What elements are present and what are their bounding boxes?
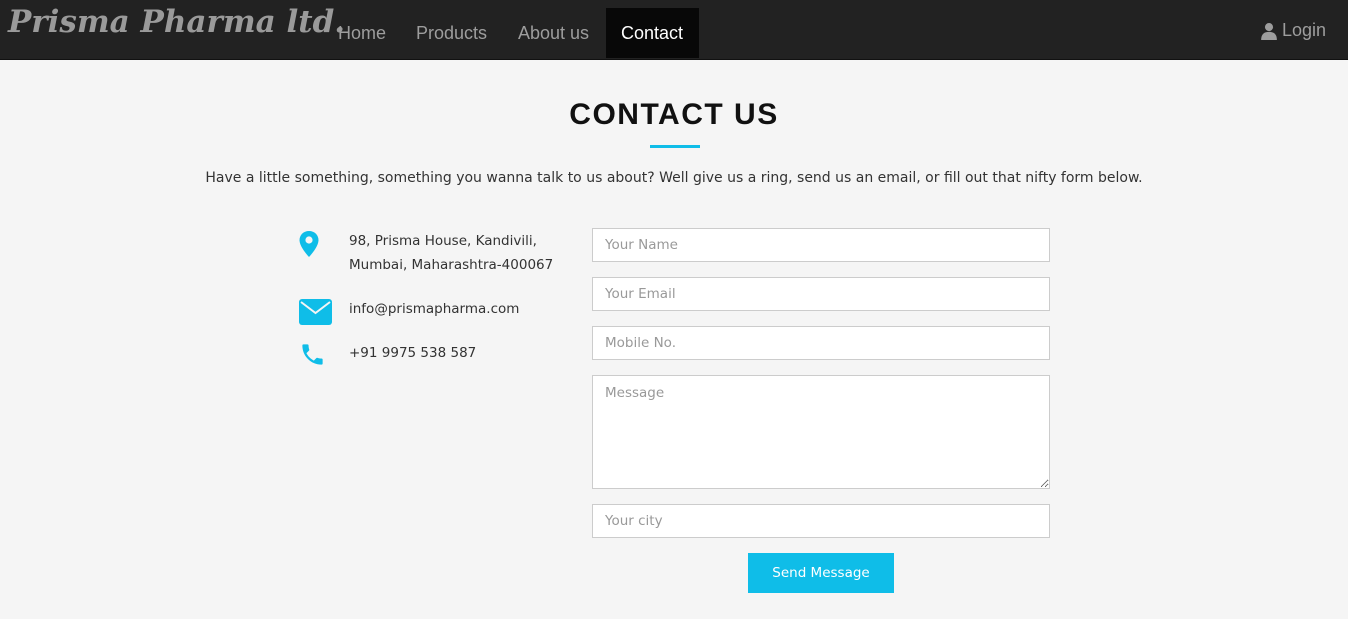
navbar: Prisma Pharma ltd. Home Products About u…	[0, 0, 1348, 60]
login-link[interactable]: Login	[1260, 20, 1326, 41]
nav-contact[interactable]: Contact	[606, 8, 699, 58]
phone-text[interactable]: +91 9975 538 587	[349, 341, 476, 365]
message-field[interactable]	[592, 375, 1050, 489]
mobile-field[interactable]	[592, 326, 1050, 360]
page-subtitle: Have a little something, something you w…	[205, 170, 1143, 186]
login-label: Login	[1281, 20, 1326, 40]
envelope-icon	[299, 299, 332, 325]
phone-icon	[302, 344, 323, 365]
city-field[interactable]	[592, 504, 1050, 538]
nav-products[interactable]: Products	[401, 8, 502, 58]
map-pin-icon	[299, 231, 319, 257]
user-icon	[1261, 22, 1277, 40]
address-line-1: 98, Prisma House, Kandivili,	[349, 233, 537, 249]
nav-about-us[interactable]: About us	[503, 8, 604, 58]
nav-home[interactable]: Home	[323, 8, 401, 58]
brand-logo[interactable]: Prisma Pharma ltd.	[8, 4, 345, 40]
send-message-button[interactable]: Send Message	[748, 553, 894, 593]
address-line-2: Mumbai, Maharashtra-400067	[349, 257, 554, 273]
title-underline	[650, 145, 700, 148]
page-title: CONTACT US	[569, 98, 779, 131]
email-field[interactable]	[592, 277, 1050, 311]
email-text[interactable]: info@prismapharma.com	[349, 297, 519, 321]
name-field[interactable]	[592, 228, 1050, 262]
